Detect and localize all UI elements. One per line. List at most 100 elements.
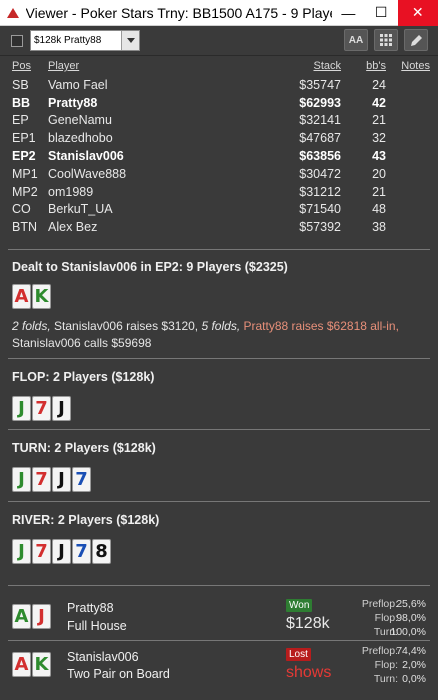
playing-card: A [12,604,31,629]
player-stack: $47687 [299,131,341,146]
minimize-button[interactable]: — [332,0,365,26]
toolbar: $128k Pratty88 AA [0,26,438,56]
hand-select-value: $128k Pratty88 [34,35,102,46]
player-name: blazedhobo [48,131,113,146]
result-player-name: Stanislav006 [67,650,139,664]
player-name: Pratty88 [48,95,98,110]
table-row[interactable]: BB Pratty88 $62993 42 [0,96,438,114]
header-pos[interactable]: Pos [12,60,31,72]
table-row[interactable]: SB Vamo Fael $35747 24 [0,78,438,96]
flop-heading: FLOP: 2 Players ($128k) [12,370,155,384]
players-table: Pos Player Stack bb's Notes SB Vamo Fael $… [0,60,438,238]
playing-card: J [12,539,31,564]
divider [8,358,430,359]
player-stack: $31212 [299,184,341,199]
lost-badge: Lost [286,648,311,661]
playing-card: 7 [72,539,91,564]
turn-cards: J7J7 [12,467,92,492]
playing-card: J [12,396,31,421]
player-bbs: 48 [372,202,386,217]
playing-card: 7 [32,539,51,564]
header-stack[interactable]: Stack [313,60,341,72]
player-position: CO [12,202,31,217]
player-stack: $71540 [299,202,341,217]
table-row[interactable]: BTN Alex Bez $57392 38 [0,220,438,238]
close-button[interactable]: ✕ [397,0,438,26]
chevron-down-icon[interactable] [121,31,139,50]
result-amount: $128k [286,615,330,632]
player-position: EP2 [12,148,36,163]
stat-value: 100,0% [390,626,426,638]
stat-value: 98,0% [396,612,426,624]
grid-view-button[interactable] [374,29,398,51]
header-bbs[interactable]: bb's [366,60,386,72]
divider [8,585,430,586]
hole-cards: AK [12,284,52,309]
playing-card: J [52,467,71,492]
divider [8,429,430,430]
player-name: Stanislav006 [48,148,124,163]
playing-card: 7 [72,467,91,492]
player-stack: $63856 [299,148,341,163]
turn-heading: TURN: 2 Players ($128k) [12,441,156,455]
player-bbs: 38 [372,220,386,235]
player-position: EP1 [12,131,36,146]
action-folds: 5 folds, [201,319,241,333]
select-checkbox[interactable] [11,35,23,47]
flop-cards: J7J [12,396,72,421]
divider [8,249,430,250]
stat-label: Turn: [373,673,398,685]
preflop-heading: Dealt to Stanislav006 in EP2: 9 Players … [12,260,288,274]
playing-card: 7 [32,467,51,492]
table-row[interactable]: MP2 om1989 $31212 21 [0,185,438,203]
player-stack: $30472 [299,166,341,181]
restore-button[interactable]: ☐ [365,0,398,26]
player-position: BTN [12,220,37,235]
table-row[interactable]: MP1 CoolWave888 $30472 20 [0,167,438,185]
header-player[interactable]: Player [48,60,79,72]
table-header: Pos Player Stack bb's Notes [0,60,438,78]
player-name: om1989 [48,184,94,199]
stat-label: Flop: [374,659,398,671]
playing-card: J [32,604,51,629]
stat-value: 0,0% [402,673,426,685]
player-bbs: 43 [372,148,386,163]
table-row[interactable]: CO BerkuT_UA $71540 48 [0,202,438,220]
font-size-button[interactable]: AA [344,29,368,51]
table-row[interactable]: EP GeneNamu $32141 21 [0,113,438,131]
hand-select-dropdown[interactable]: $128k Pratty88 [30,30,140,51]
player-stack: $32141 [299,113,341,128]
playing-card: K [32,284,51,309]
player-position: SB [12,77,29,92]
river-heading: RIVER: 2 Players ($128k) [12,513,160,527]
playing-card: A [12,652,31,677]
result-shows: shows [286,664,332,681]
player-name: CoolWave888 [48,166,127,181]
player-bbs: 21 [372,184,386,199]
action-folds: 2 folds, [12,319,51,333]
stat-value: 2,0% [402,659,426,671]
player-name: GeneNamu [48,113,112,128]
stat-label: Preflop: [361,598,398,610]
grid-icon [380,34,392,46]
app-icon [6,6,20,20]
player-bbs: 24 [372,77,386,92]
playing-card: K [32,652,51,677]
preflop-action: 2 folds, Stanislav006 raises $3120, 5 fo… [12,318,428,352]
table-row[interactable]: EP1 blazedhobo $47687 32 [0,131,438,149]
table-row[interactable]: EP2 Stanislav006 $63856 43 [0,149,438,167]
result-hand: Full House [67,619,127,633]
result-cards: AK [12,652,52,677]
river-cards: J7J78 [12,539,112,564]
won-badge: Won [286,599,313,612]
edit-button[interactable] [404,29,428,51]
action-call: Stanislav006 calls $59698 [12,336,152,350]
player-bbs: 21 [372,113,386,128]
header-notes[interactable]: Notes [401,60,430,72]
player-stack: $57392 [299,220,341,235]
pencil-icon [410,34,422,46]
action-allin: Pratty88 raises $62818 all-in, [240,319,399,333]
stat-value: 25,6% [396,598,426,610]
result-cards: AJ [12,604,52,629]
player-position: MP2 [12,184,38,199]
